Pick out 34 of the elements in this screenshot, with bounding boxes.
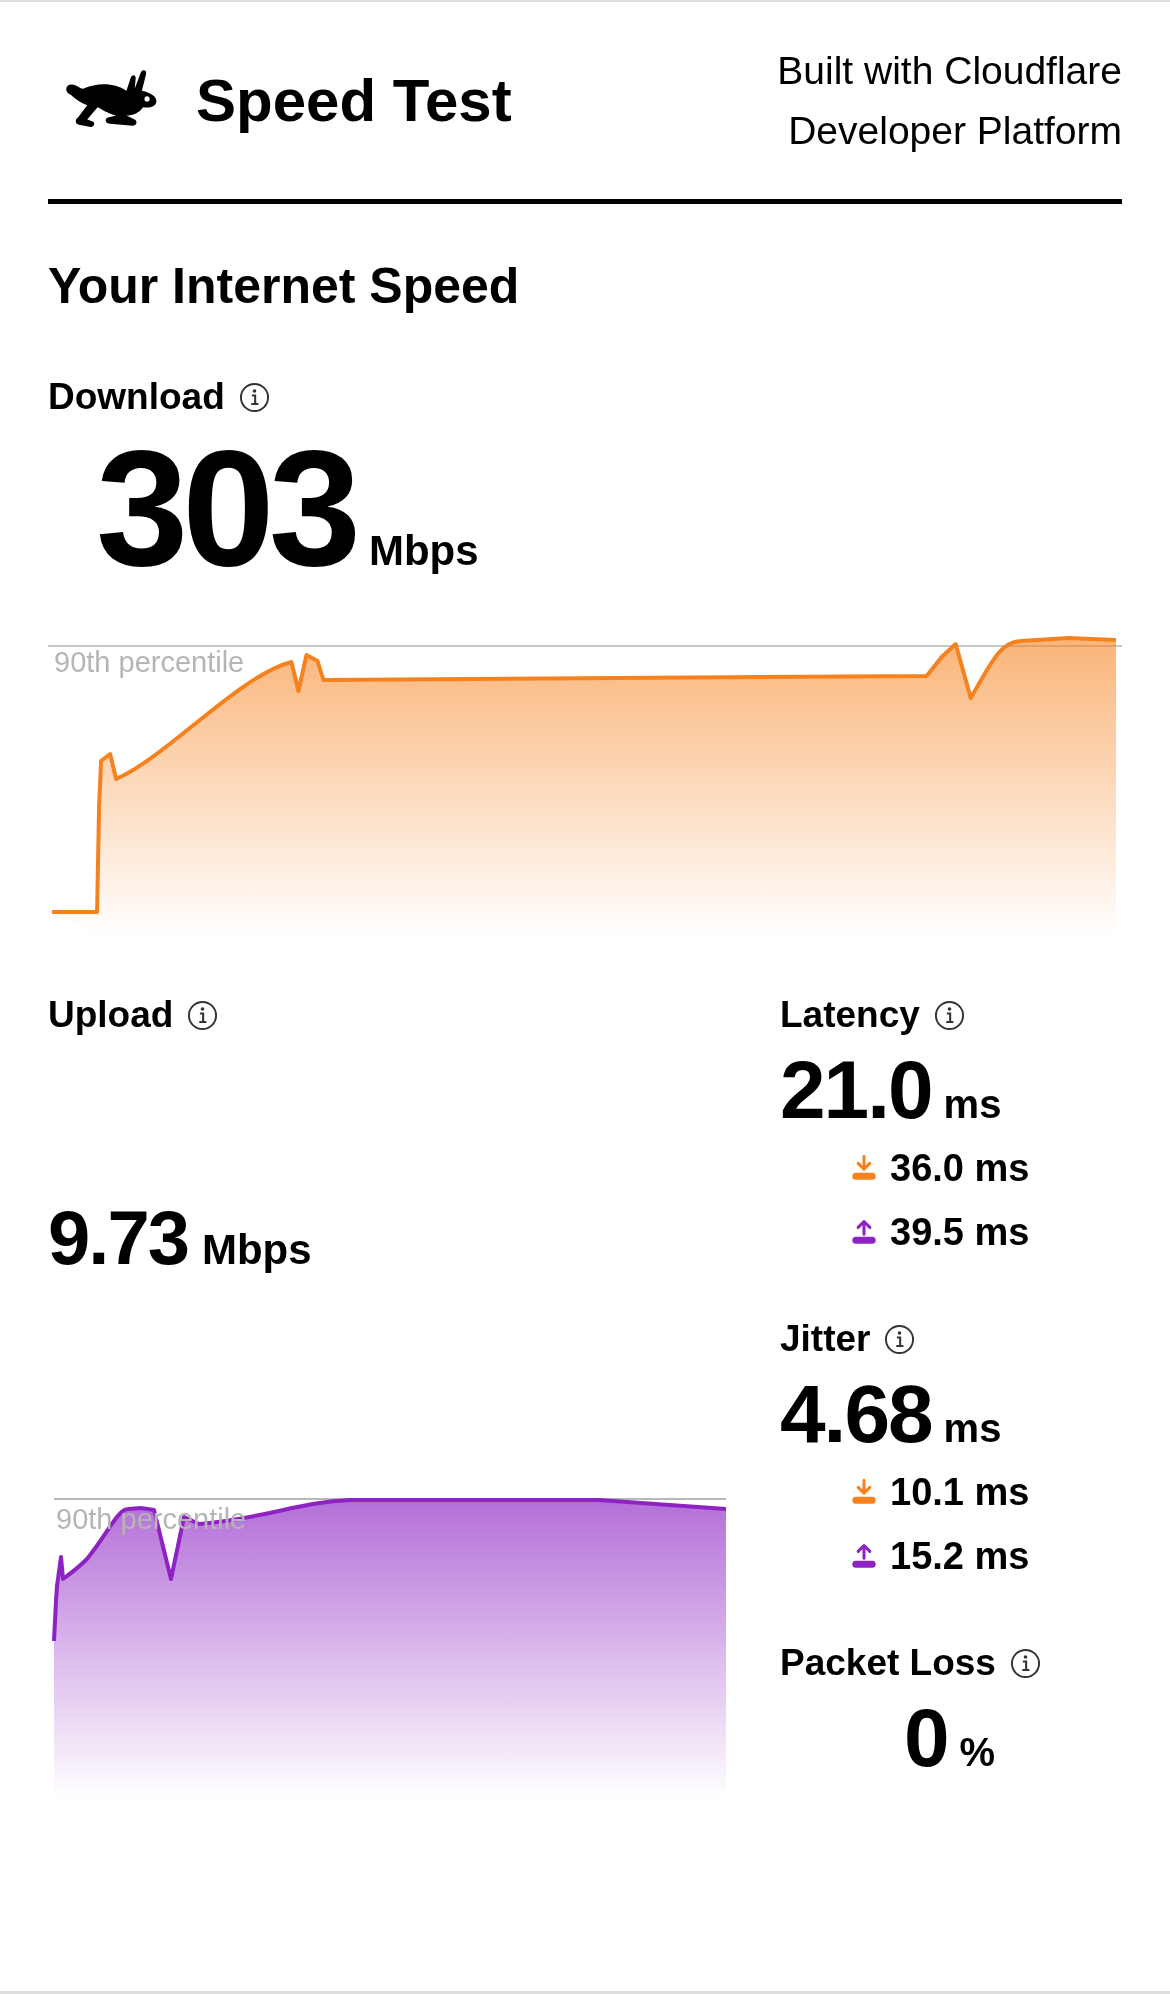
info-icon[interactable] (933, 999, 965, 1031)
unit-label: % (959, 1730, 996, 1775)
upload-icon (850, 1218, 878, 1246)
metric-value: 21.0 (780, 1044, 932, 1136)
percentile-label: 90th percentile (54, 646, 245, 679)
metric-detail: 39.5 ms (890, 1210, 1030, 1254)
download-icon (850, 1154, 878, 1182)
unit-label: Mbps (201, 1226, 312, 1274)
download-value: 303 (96, 428, 355, 588)
section-heading: Your Internet Speed (48, 257, 521, 316)
metric-label: Jitter (780, 1317, 871, 1361)
upload-label: Upload (48, 993, 174, 1037)
info-icon[interactable] (238, 381, 270, 413)
app-title: Speed Test (196, 66, 512, 135)
unit-label: ms (943, 1406, 1002, 1451)
info-icon[interactable] (187, 999, 219, 1031)
info-icon[interactable] (1009, 1647, 1041, 1679)
credit-text: Developer Platform (788, 107, 1122, 154)
metric-detail: 10.1 ms (890, 1470, 1030, 1514)
download-label: Download (48, 375, 225, 419)
metric-value: 0 (904, 1692, 948, 1784)
percentile-label: 90th percentile (56, 1503, 247, 1536)
credit-text: Built with Cloudflare (777, 47, 1122, 94)
metric-detail: 15.2 ms (890, 1534, 1030, 1578)
download-icon (850, 1478, 878, 1506)
metric-label: Latency (780, 993, 920, 1037)
metric-detail: 36.0 ms (890, 1146, 1030, 1190)
upload-value: 9.73 (48, 1198, 188, 1278)
info-icon[interactable] (884, 1323, 916, 1355)
unit-label: ms (943, 1082, 1002, 1127)
metric-label: Packet Loss (780, 1641, 996, 1685)
upload-icon (850, 1542, 878, 1570)
metric-value: 4.68 (780, 1368, 932, 1460)
unit-label: Mbps (368, 527, 479, 575)
